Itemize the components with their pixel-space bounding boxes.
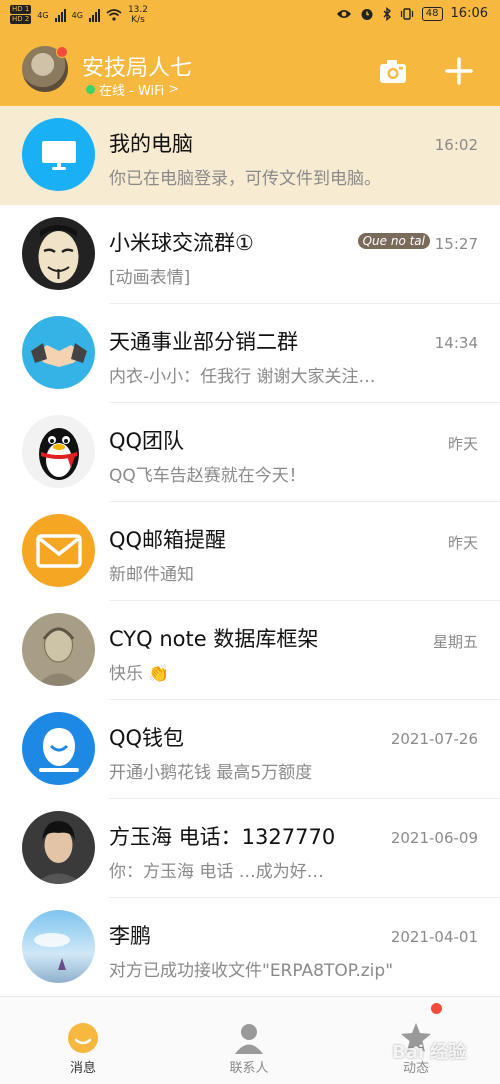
notification-dot <box>431 1003 442 1014</box>
mask-avatar <box>22 217 95 290</box>
bluetooth-icon <box>383 6 391 21</box>
chat-title: 方玉海 电话：1327770 <box>109 825 336 849</box>
sim2-network-label: 4G <box>71 10 83 20</box>
alarm-icon <box>361 8 373 20</box>
contacts-icon <box>235 1024 263 1054</box>
chat-title: 小米球交流群① <box>109 231 254 255</box>
chat-row-qq-team[interactable]: QQ团队 QQ飞车告赵赛就在今天！ 昨天 <box>0 403 500 502</box>
net-speed-unit: K/s <box>131 15 145 25</box>
chat-title: QQ邮箱提醒 <box>109 528 227 552</box>
chat-row-li-peng[interactable]: 李鹏 对方已成功接收文件"ERPA8TOP.zip" 2021-04-01 <box>0 898 500 996</box>
battery-indicator: 48 <box>421 6 443 21</box>
chat-time: 昨天 <box>447 534 478 552</box>
chat-time: 星期五 <box>432 633 478 651</box>
chevron-right-icon: > <box>168 82 180 97</box>
online-status-text: 在线 - WiFi <box>99 84 165 99</box>
notification-dot <box>56 46 68 58</box>
my-avatar[interactable] <box>22 46 68 92</box>
chat-preview: 你：方玉海 电话 …成为好… <box>109 862 324 882</box>
signal-icon-2 <box>88 8 100 22</box>
message-icon <box>68 1023 98 1053</box>
hd-indicator: HD 1 HD 2 <box>10 5 32 25</box>
chat-list[interactable]: 我的电脑 你已在电脑登录，可传文件到电脑。 16:02 小米球交流群① [动画表… <box>0 106 500 996</box>
chat-preview: [动画表情] <box>109 268 191 288</box>
chat-preview: 开通小鹅花钱 最高5万额度 <box>109 763 313 783</box>
chat-preview: 快乐 👏 <box>109 664 170 684</box>
chat-preview: 内衣-小小：任我行 谢谢大家关注… <box>109 367 376 387</box>
chat-title: 我的电脑 <box>109 132 193 156</box>
mail-icon <box>22 514 95 587</box>
portrait-avatar <box>22 613 95 686</box>
person-avatar <box>22 811 95 884</box>
status-bar: HD 1 HD 2 4G 4G 13.2 K/s 48 16:06 <box>0 0 500 36</box>
chat-time: 2021-06-09 <box>390 829 478 847</box>
chat-row-qq-mail[interactable]: QQ邮箱提醒 新邮件通知 昨天 <box>0 502 500 601</box>
chat-row-cyq-note[interactable]: CYQ note 数据库框架 快乐 👏 星期五 <box>0 601 500 700</box>
net-speed: 13.2 K/s <box>128 5 148 25</box>
chat-time: 2021-04-01 <box>390 928 478 946</box>
net-speed-value: 13.2 <box>127 5 148 15</box>
chat-title: 李鹏 <box>109 924 151 948</box>
chat-preview: 对方已成功接收文件"ERPA8TOP.zip" <box>109 961 394 981</box>
watermark-logo: Bai 经验 <box>392 1042 467 1063</box>
handshake-avatar <box>22 316 95 389</box>
sticker-badge: Que no tal <box>357 233 430 249</box>
vibrate-icon <box>400 7 413 20</box>
chat-row-group-xiaomiqiu[interactable]: 小米球交流群① [动画表情] Que no tal 15:27 <box>0 205 500 304</box>
status-right: 48 16:06 <box>336 6 488 21</box>
nav-label: 联系人 <box>229 1061 269 1076</box>
chat-row-my-computer[interactable]: 我的电脑 你已在电脑登录，可传文件到电脑。 16:02 <box>0 106 500 205</box>
camera-icon[interactable] <box>378 56 408 86</box>
sky-avatar <box>22 910 95 983</box>
chat-time: 14:34 <box>434 334 478 352</box>
chat-time: 昨天 <box>447 435 478 453</box>
chat-preview: 新邮件通知 <box>109 565 194 585</box>
chat-row-qq-wallet[interactable]: QQ钱包 开通小鹅花钱 最高5万额度 2021-07-26 <box>0 700 500 799</box>
nav-messages[interactable]: 消息 <box>0 997 166 1084</box>
profile-name[interactable]: 安技局人七 <box>82 50 192 82</box>
chat-row-tiantong-group[interactable]: 天通事业部分销二群 内衣-小小：任我行 谢谢大家关注… 14:34 <box>0 304 500 403</box>
computer-icon <box>22 118 95 191</box>
clock: 16:06 <box>450 6 488 21</box>
nav-contacts[interactable]: 联系人 <box>166 997 332 1084</box>
chat-row-fang-yuhai[interactable]: 方玉海 电话：1327770 你：方玉海 电话 …成为好… 2021-06-09 <box>0 799 500 898</box>
chat-preview: 你已在电脑登录，可传文件到电脑。 <box>109 169 381 189</box>
wallet-icon <box>22 712 95 785</box>
chat-time: 16:02 <box>434 136 478 154</box>
chat-time: 15:27 <box>434 235 478 253</box>
chat-preview: QQ飞车告赵赛就在今天！ <box>109 466 306 486</box>
header: 安技局人七 在线 - WiFi > <box>0 36 500 106</box>
eye-icon <box>336 9 351 18</box>
chat-time: 2021-07-26 <box>390 730 478 748</box>
penguin-avatar <box>22 415 95 488</box>
online-dot-icon <box>86 85 95 94</box>
online-status[interactable]: 在线 - WiFi > <box>86 80 179 99</box>
nav-label: 消息 <box>69 1061 96 1076</box>
hd2-label: HD 2 <box>10 15 32 24</box>
sim1-network-label: 4G <box>37 10 49 20</box>
status-left: HD 1 HD 2 4G 4G 13.2 K/s <box>10 5 148 25</box>
chat-title: 天通事业部分销二群 <box>109 330 298 354</box>
signal-icon <box>54 8 66 22</box>
chat-title: QQ团队 <box>109 429 185 453</box>
hd1-label: HD 1 <box>10 5 32 14</box>
plus-icon[interactable] <box>444 56 474 86</box>
chat-title: CYQ note 数据库框架 <box>109 627 319 651</box>
wifi-icon <box>106 9 122 21</box>
chat-title: QQ钱包 <box>109 726 185 750</box>
